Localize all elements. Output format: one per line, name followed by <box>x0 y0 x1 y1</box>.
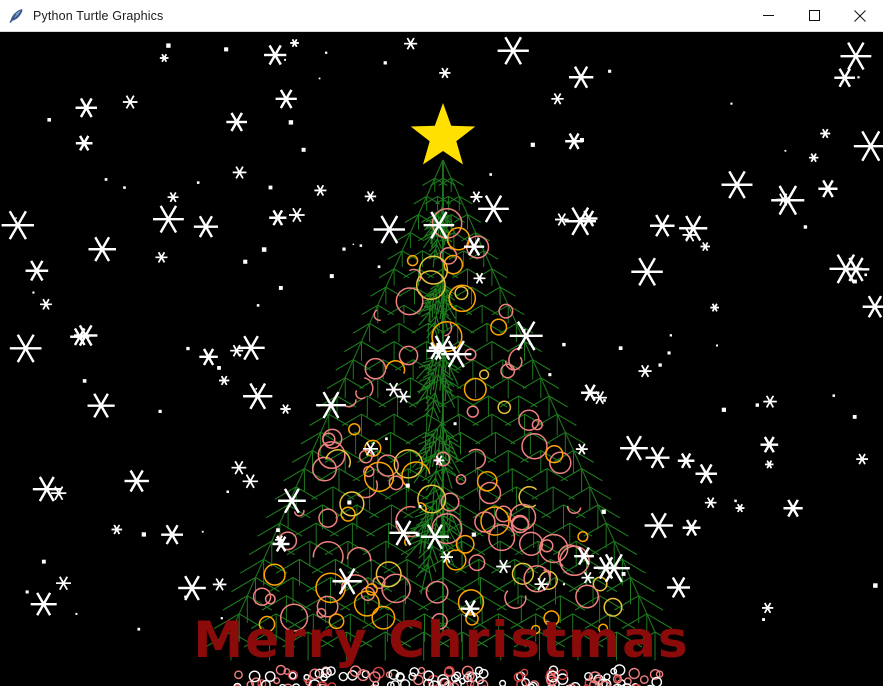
feather-quill-icon <box>9 8 23 23</box>
turtle-canvas: Merry Christmas <box>0 32 883 686</box>
window-title: Python Turtle Graphics <box>33 8 164 23</box>
minimize-icon <box>762 15 774 16</box>
maximize-icon <box>808 10 820 21</box>
turtle-graphics-window: Python Turtle Graphics Merry Christmas <box>0 0 883 686</box>
close-button[interactable] <box>837 0 883 31</box>
maximize-button[interactable] <box>791 0 837 31</box>
title-bar: Python Turtle Graphics <box>0 0 883 32</box>
close-icon <box>854 9 866 22</box>
minimize-button[interactable] <box>745 0 791 31</box>
christmas-scene <box>0 32 883 686</box>
window-controls <box>745 0 883 31</box>
greeting-text: Merry Christmas <box>193 611 690 669</box>
